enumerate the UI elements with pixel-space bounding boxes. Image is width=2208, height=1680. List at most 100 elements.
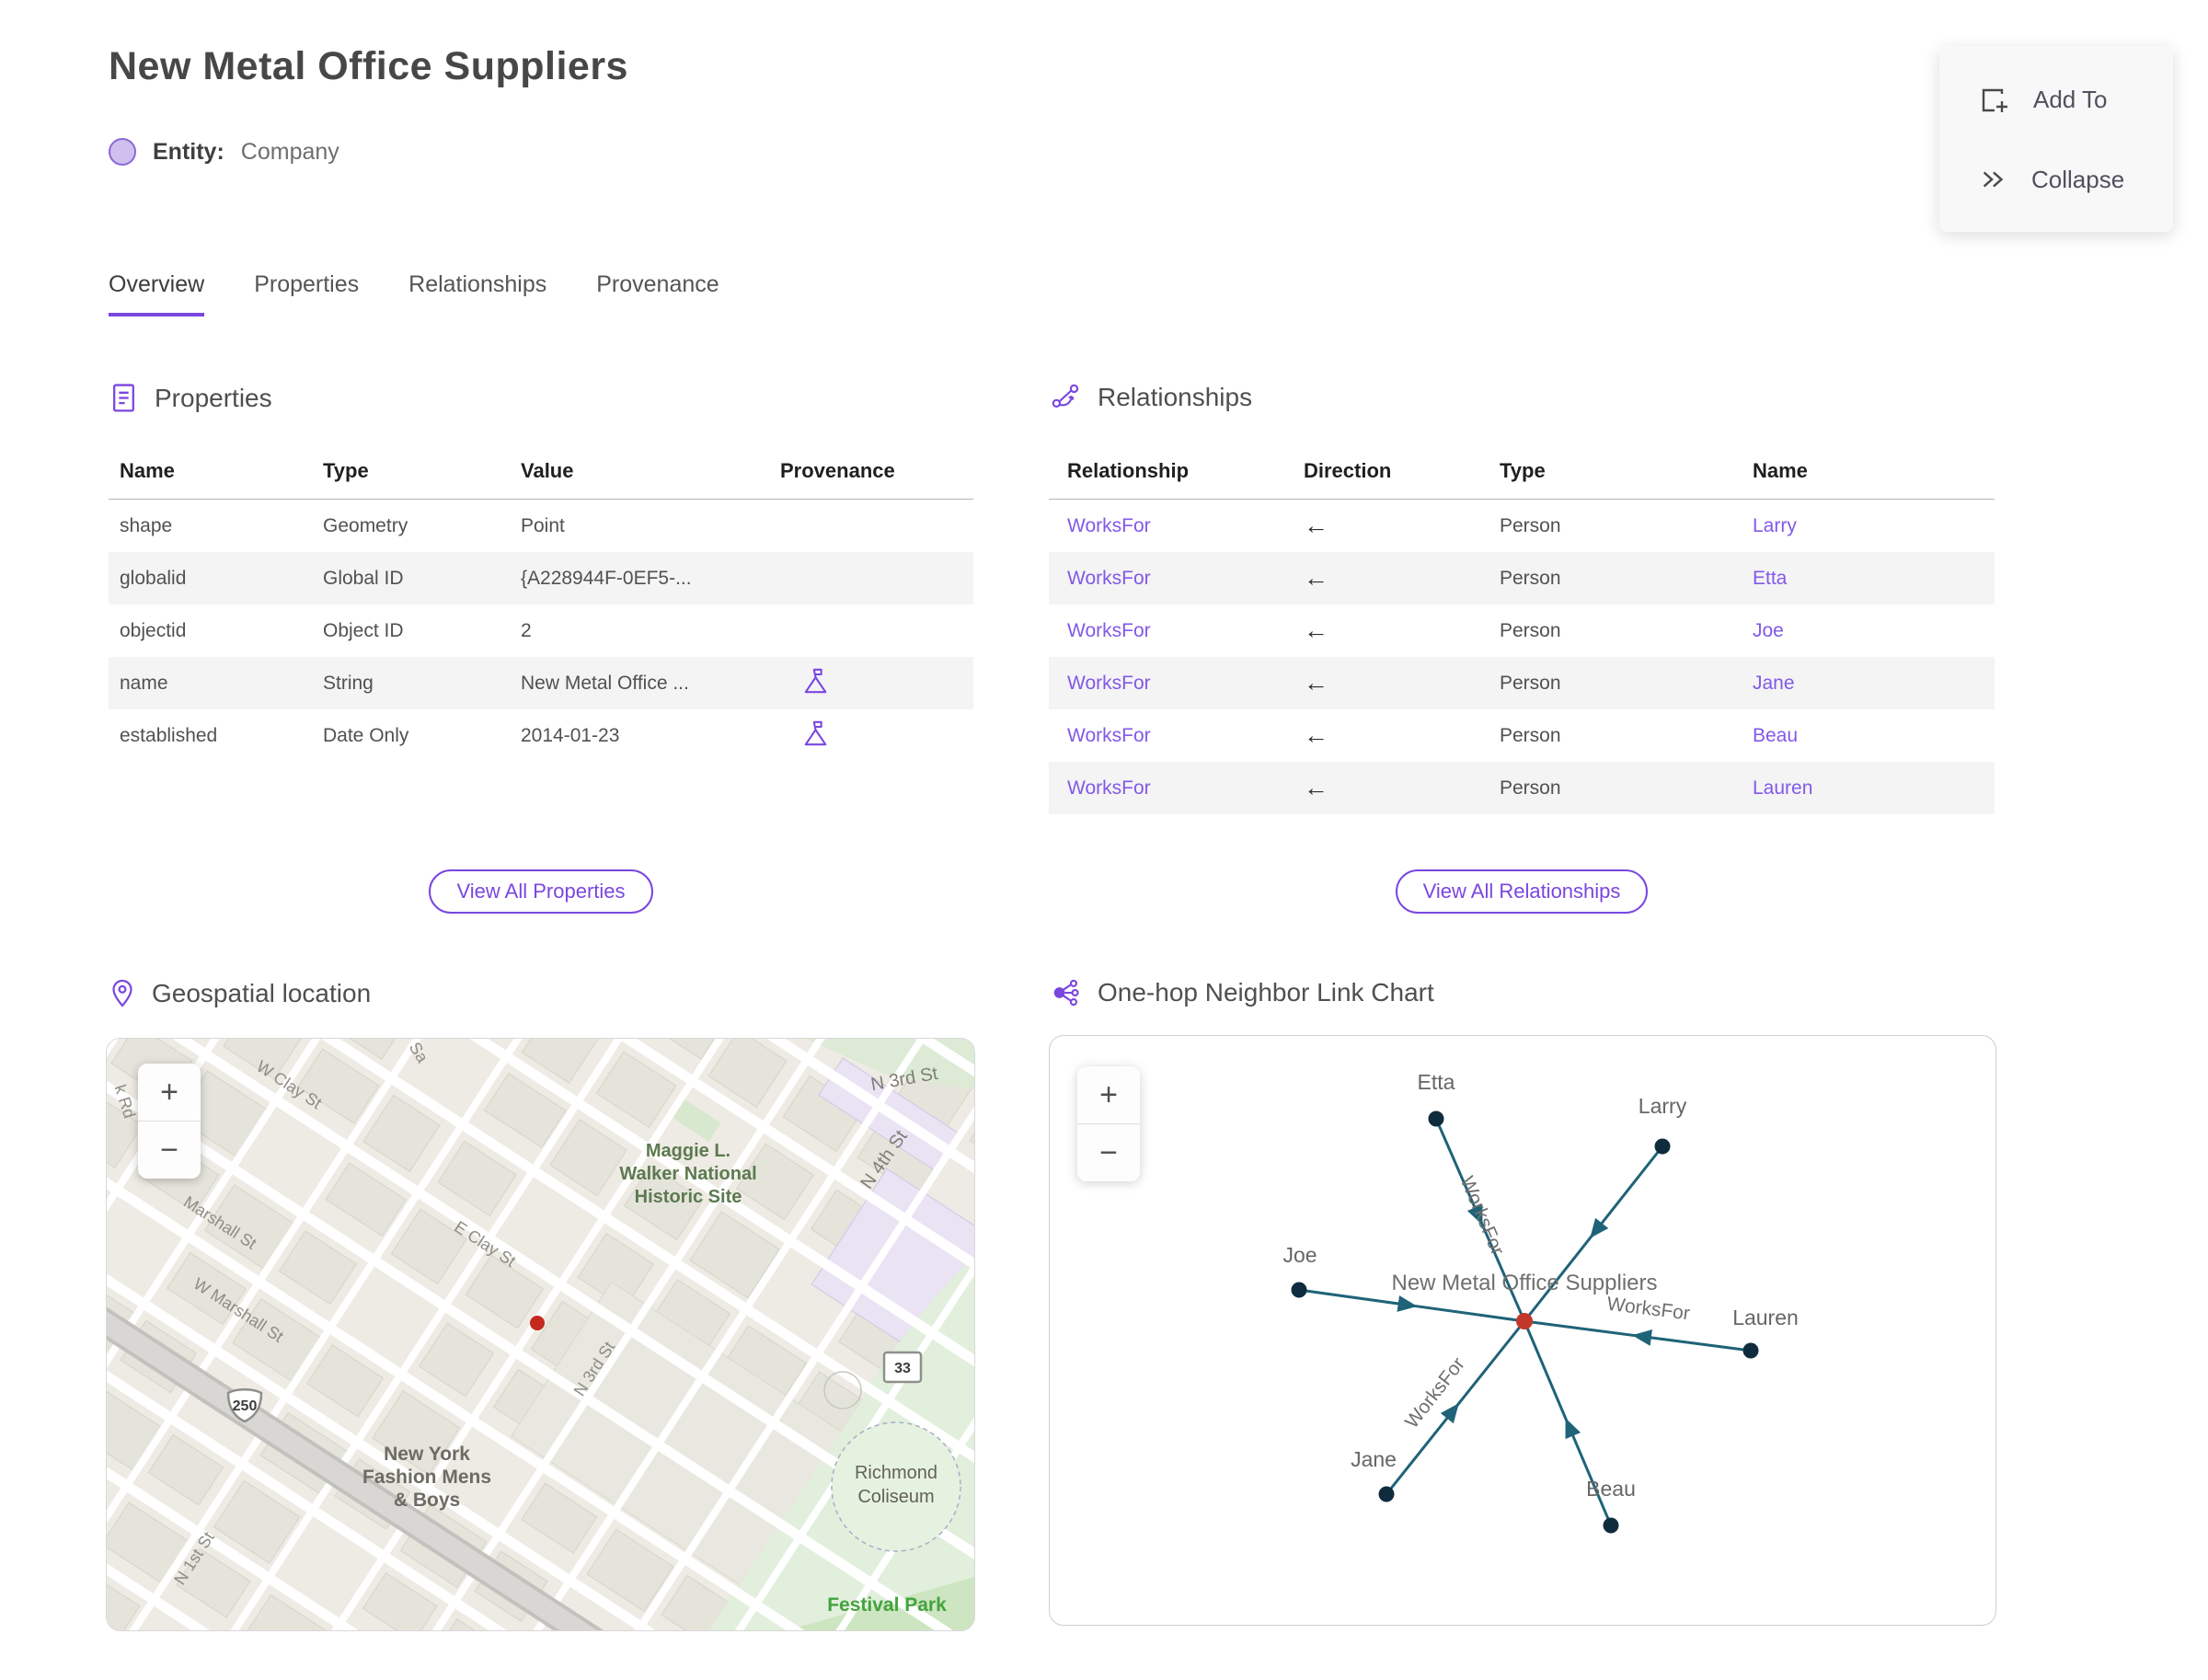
entity-detail-page: New Metal Office Suppliers Entity: Compa… bbox=[0, 0, 2208, 1680]
property-row[interactable]: objectid Object ID 2 bbox=[109, 604, 973, 657]
related-entity-type: Person bbox=[1500, 724, 1561, 746]
node-label: Beau bbox=[1586, 1477, 1636, 1501]
map-zoom-out-button[interactable]: − bbox=[138, 1121, 201, 1179]
view-all-relationships-button[interactable]: View All Relationships bbox=[1395, 869, 1649, 914]
property-row[interactable]: established Date Only 2014-01-23 bbox=[109, 709, 973, 762]
node-Beau[interactable] bbox=[1603, 1517, 1619, 1534]
map-label: Maggie L. bbox=[646, 1141, 730, 1161]
link-chart[interactable]: + − WorksFor WorksFor WorksFor New Metal Of… bbox=[1049, 1035, 1996, 1626]
tab[interactable]: Overview bbox=[109, 271, 205, 316]
relationships-section-header: Relationships bbox=[1051, 382, 1252, 413]
direction-arrow: ← bbox=[1304, 669, 1328, 696]
relationship-row[interactable]: WorksFor ← Person Lauren bbox=[1049, 762, 1995, 814]
col-type: Type bbox=[1500, 459, 1546, 482]
related-entity-type: Person bbox=[1500, 567, 1561, 589]
map-zoom-control: + − bbox=[138, 1064, 201, 1179]
relationship-link[interactable]: WorksFor bbox=[1049, 777, 1304, 800]
property-row[interactable]: name String New Metal Office ... bbox=[109, 657, 973, 709]
related-entity-link[interactable]: Larry bbox=[1753, 515, 1995, 537]
properties-table-body: shape Geometry Point globalid Global ID … bbox=[109, 500, 973, 762]
provenance-icon[interactable] bbox=[780, 666, 830, 701]
tab[interactable]: Relationships bbox=[408, 271, 546, 316]
relationship-row[interactable]: WorksFor ← Person Beau bbox=[1049, 709, 1995, 762]
related-entity-link[interactable]: Etta bbox=[1753, 568, 1995, 590]
chart-zoom-in-button[interactable]: + bbox=[1077, 1066, 1140, 1123]
property-name: objectid bbox=[120, 619, 187, 641]
map-zoom-in-button[interactable]: + bbox=[138, 1064, 201, 1121]
col-value: Value bbox=[521, 459, 574, 482]
geospatial-section-title: Geospatial location bbox=[152, 979, 372, 1007]
view-all-properties-button[interactable]: View All Properties bbox=[429, 869, 653, 914]
related-entity-type: Person bbox=[1500, 514, 1561, 536]
node-Joe[interactable] bbox=[1291, 1282, 1307, 1298]
map[interactable]: + − 250 33 W Clay St k Rd Sa Marshall St… bbox=[106, 1038, 975, 1631]
entity-location-marker[interactable] bbox=[530, 1316, 545, 1330]
add-to-button[interactable]: Add To bbox=[1939, 84, 2173, 115]
node-label: New Metal Office Suppliers bbox=[1391, 1271, 1657, 1295]
direction-arrow: ← bbox=[1304, 774, 1328, 801]
property-row[interactable]: globalid Global ID {A228944F-0EF5-... bbox=[109, 552, 973, 604]
property-name: globalid bbox=[120, 567, 187, 589]
floating-actions-panel: Add To Collapse bbox=[1939, 46, 2173, 232]
col-name: Name bbox=[120, 459, 175, 482]
relationship-row[interactable]: WorksFor ← Person Larry bbox=[1049, 500, 1995, 552]
direction-arrow: ← bbox=[1304, 512, 1328, 539]
property-type: Object ID bbox=[323, 619, 404, 641]
relationship-link[interactable]: WorksFor bbox=[1049, 620, 1304, 642]
tab[interactable]: Provenance bbox=[596, 271, 719, 316]
col-provenance: Provenance bbox=[780, 459, 895, 482]
map-label: New York bbox=[384, 1444, 470, 1465]
add-to-icon bbox=[1982, 88, 2007, 112]
direction-arrow: ← bbox=[1304, 616, 1328, 644]
related-entity-link[interactable]: Joe bbox=[1753, 620, 1995, 642]
col-relationship: Relationship bbox=[1067, 459, 1190, 482]
relationship-link[interactable]: WorksFor bbox=[1049, 673, 1304, 695]
provenance-icon[interactable] bbox=[780, 719, 830, 754]
edge-Jane-center[interactable] bbox=[1385, 1320, 1526, 1495]
property-name: shape bbox=[120, 514, 173, 536]
entity-label: Entity: bbox=[153, 138, 224, 165]
relationship-link[interactable]: WorksFor bbox=[1049, 568, 1304, 590]
property-value: 2014-01-23 bbox=[521, 724, 620, 746]
related-entity-link[interactable]: Lauren bbox=[1753, 777, 1995, 800]
relationships-table-header: Relationship Direction Type Name bbox=[1049, 448, 1995, 500]
relationship-row[interactable]: WorksFor ← Person Joe bbox=[1049, 604, 1995, 657]
related-entity-type: Person bbox=[1500, 672, 1561, 694]
node-Lauren[interactable] bbox=[1742, 1342, 1759, 1359]
property-type: Global ID bbox=[323, 567, 404, 589]
relationship-link[interactable]: WorksFor bbox=[1049, 725, 1304, 747]
collapse-icon bbox=[1983, 171, 2004, 188]
tab[interactable]: Properties bbox=[254, 271, 359, 316]
route-250-label: 250 bbox=[233, 1398, 258, 1414]
collapse-button[interactable]: Collapse bbox=[1939, 165, 2173, 194]
property-value: {A228944F-0EF5-... bbox=[521, 567, 692, 589]
property-value: New Metal Office ... bbox=[521, 672, 689, 694]
relationship-link[interactable]: WorksFor bbox=[1049, 515, 1304, 537]
related-entity-type: Person bbox=[1500, 777, 1561, 799]
add-to-label: Add To bbox=[2033, 85, 2108, 113]
node-Larry[interactable] bbox=[1654, 1138, 1671, 1155]
page-title: New Metal Office Suppliers bbox=[109, 44, 628, 88]
node-label: Jane bbox=[1351, 1447, 1397, 1471]
route-33-label: 33 bbox=[894, 1361, 911, 1376]
map-label: & Boys bbox=[394, 1490, 460, 1511]
relationship-row[interactable]: WorksFor ← Person Etta bbox=[1049, 552, 1995, 604]
node-label: Lauren bbox=[1732, 1306, 1799, 1329]
relationship-row[interactable]: WorksFor ← Person Jane bbox=[1049, 657, 1995, 709]
related-entity-link[interactable]: Beau bbox=[1753, 725, 1995, 747]
node-Jane[interactable] bbox=[1378, 1486, 1395, 1502]
node-center[interactable] bbox=[1516, 1313, 1533, 1329]
link-chart-icon bbox=[1053, 979, 1079, 1007]
edge-Lauren-center[interactable] bbox=[1524, 1319, 1752, 1352]
properties-icon bbox=[113, 384, 134, 412]
related-entity-link[interactable]: Jane bbox=[1753, 673, 1995, 695]
col-name: Name bbox=[1753, 459, 1808, 482]
chart-zoom-out-button[interactable]: − bbox=[1077, 1123, 1140, 1181]
property-value: Point bbox=[521, 514, 565, 536]
edge-label: WorksFor bbox=[1401, 1353, 1469, 1433]
relationships-table-body: WorksFor ← Person Larry WorksFor ← Perso… bbox=[1049, 500, 1995, 814]
property-row[interactable]: shape Geometry Point bbox=[109, 500, 973, 552]
map-pin-icon bbox=[112, 979, 132, 1007]
property-name: name bbox=[120, 672, 168, 694]
node-Etta[interactable] bbox=[1428, 1110, 1444, 1127]
